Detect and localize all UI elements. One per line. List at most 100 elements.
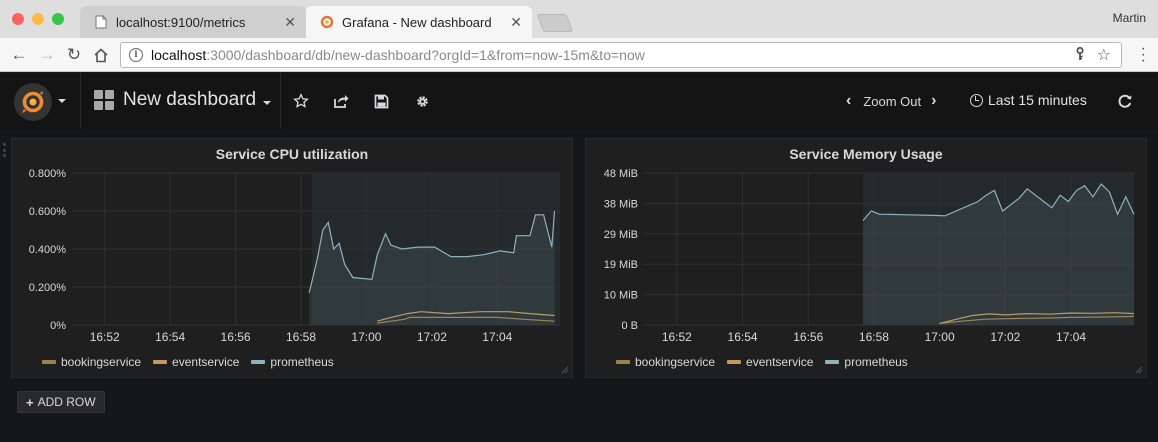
add-row-button[interactable]: + ADD ROW: [17, 391, 105, 413]
x-tick-label: 16:56: [793, 330, 823, 344]
gear-icon[interactable]: [412, 91, 432, 111]
url-host: localhost: [151, 47, 207, 63]
cpu-chart: 0% 0.200% 0.400% 0.600% 0.800% 16:52 16:54 16:5…: [29, 168, 560, 344]
page-icon: [94, 15, 108, 29]
x-tick-label: 17:02: [990, 330, 1020, 344]
legend-label: prometheus: [844, 355, 908, 369]
add-row-label: ADD ROW: [37, 395, 96, 409]
y-tick-label: 0 B: [621, 320, 638, 332]
grafana-logo-icon[interactable]: [14, 83, 52, 121]
y-tick-label: 19 MiB: [604, 259, 638, 271]
forward-arrow-icon[interactable]: →: [36, 44, 58, 66]
nav-divider: [80, 73, 81, 129]
share-icon[interactable]: [331, 91, 351, 111]
chevron-right-icon[interactable]: ›: [931, 92, 936, 110]
star-icon[interactable]: [291, 91, 311, 111]
time-range-picker[interactable]: Last 15 minutes: [970, 92, 1087, 108]
dashboard-title: New dashboard: [123, 89, 257, 110]
y-tick-label: 10 MiB: [604, 290, 638, 302]
chevron-down-icon: [263, 101, 272, 105]
plus-icon: +: [26, 394, 34, 410]
browser-tab-metrics[interactable]: localhost:9100/metrics ✕: [80, 6, 306, 38]
bookmark-star-icon[interactable]: ☆: [1097, 45, 1111, 65]
legend-swatch: [251, 360, 266, 364]
address-bar[interactable]: i localhost:3000/dashboard/db/new-dashbo…: [120, 42, 1122, 68]
resize-handle-icon[interactable]: [561, 366, 569, 374]
tab-title: Grafana - New dashboard: [342, 14, 492, 30]
legend-item-eventservice[interactable]: eventservice: [727, 355, 813, 369]
legend-label: eventservice: [172, 355, 240, 369]
x-tick-label: 17:04: [482, 330, 512, 344]
zoom-out-button[interactable]: Zoom Out: [863, 94, 921, 109]
browser-tab-grafana[interactable]: Grafana - New dashboard ✕: [306, 6, 532, 38]
save-icon[interactable]: [371, 91, 391, 111]
memory-chart: 0 B 10 MiB 19 MiB 29 MiB 38 MiB 48 MiB 16:52 16…: [604, 168, 1135, 344]
grafana-favicon-icon: [320, 15, 334, 29]
x-tick-label: 17:04: [1056, 330, 1086, 344]
legend-label: bookingservice: [61, 355, 142, 369]
y-tick-label: 29 MiB: [604, 229, 638, 241]
row-drag-handle[interactable]: [3, 143, 7, 157]
chevron-left-icon[interactable]: ‹: [846, 92, 851, 110]
y-tick-label: 38 MiB: [604, 198, 638, 210]
legend-swatch: [727, 360, 742, 364]
minimize-window-button[interactable]: [32, 13, 44, 25]
x-tick-label: 16:56: [221, 330, 251, 344]
home-icon[interactable]: [90, 44, 112, 66]
y-tick-label: 0.600%: [29, 206, 67, 218]
time-range-label: Last 15 minutes: [988, 92, 1087, 108]
menu-caret-icon[interactable]: [58, 99, 66, 103]
x-tick-label: 16:52: [90, 330, 120, 344]
y-tick-label: 0.800%: [29, 168, 67, 180]
new-tab-button[interactable]: [536, 14, 574, 32]
close-window-button[interactable]: [12, 13, 24, 25]
x-tick-label: 17:02: [417, 330, 447, 344]
nav-divider: [280, 73, 281, 129]
close-tab-icon[interactable]: ✕: [284, 14, 296, 31]
legend: bookingservice eventservice prometheus: [42, 355, 346, 369]
key-icon[interactable]: [1075, 46, 1085, 64]
memory-panel: Service Memory Usage 0 B 10 MiB 19 MiB 29 M…: [585, 138, 1147, 378]
legend-item-bookingservice[interactable]: bookingservice: [42, 355, 141, 369]
maximize-window-button[interactable]: [52, 13, 64, 25]
x-tick-label: 16:54: [155, 330, 185, 344]
legend-label: eventservice: [746, 355, 814, 369]
legend-item-prometheus[interactable]: prometheus: [251, 355, 334, 369]
y-tick-label: 0%: [50, 320, 66, 332]
clock-icon: [970, 93, 983, 107]
legend-item-eventservice[interactable]: eventservice: [153, 355, 239, 369]
cpu-panel: Service CPU utilization 0% 0.200% 0.400% 0.…: [11, 138, 573, 378]
legend-label: bookingservice: [635, 355, 716, 369]
resize-handle-icon[interactable]: [1135, 366, 1143, 374]
zoom-out-control: ‹ Zoom Out ›: [846, 92, 936, 110]
browser-toolbar: ← → ↻ i localhost:3000/dashboard/db/new-…: [0, 38, 1158, 72]
y-tick-label: 0.200%: [29, 282, 67, 294]
site-info-icon[interactable]: i: [129, 48, 143, 62]
y-tick-label: 0.400%: [29, 244, 67, 256]
legend-swatch: [153, 360, 168, 364]
tab-title: localhost:9100/metrics: [116, 14, 246, 30]
panel-title[interactable]: Service CPU utilization: [12, 146, 572, 162]
reload-icon[interactable]: ↻: [63, 44, 85, 66]
profile-name[interactable]: Martin: [1113, 11, 1146, 25]
refresh-icon[interactable]: [1115, 91, 1135, 111]
x-tick-label: 16:54: [728, 330, 758, 344]
legend-swatch: [825, 360, 840, 364]
browser-tab-strip: localhost:9100/metrics ✕ Grafana - New d…: [0, 0, 1158, 38]
dashboard-grid-icon: [94, 90, 114, 110]
legend-swatch: [42, 360, 56, 364]
x-tick-label: 17:00: [925, 330, 955, 344]
dashboard-picker[interactable]: New dashboard: [94, 89, 272, 111]
legend-item-prometheus[interactable]: prometheus: [825, 355, 908, 369]
close-tab-icon[interactable]: ✕: [510, 14, 522, 31]
panel-title[interactable]: Service Memory Usage: [586, 146, 1146, 162]
x-tick-label: 17:00: [351, 330, 381, 344]
url-path: :3000/dashboard/db/new-dashboard?orgId=1…: [206, 47, 645, 63]
legend-swatch: [616, 360, 630, 364]
x-tick-label: 16:58: [286, 330, 316, 344]
legend-item-bookingservice[interactable]: bookingservice: [616, 355, 715, 369]
grafana-navbar: New dashboard ‹ Zoom Out › Last 15 minut…: [0, 73, 1158, 129]
browser-menu-icon[interactable]: · · ·: [1141, 41, 1146, 69]
back-arrow-icon[interactable]: ←: [8, 44, 30, 66]
y-tick-label: 48 MiB: [604, 168, 638, 180]
